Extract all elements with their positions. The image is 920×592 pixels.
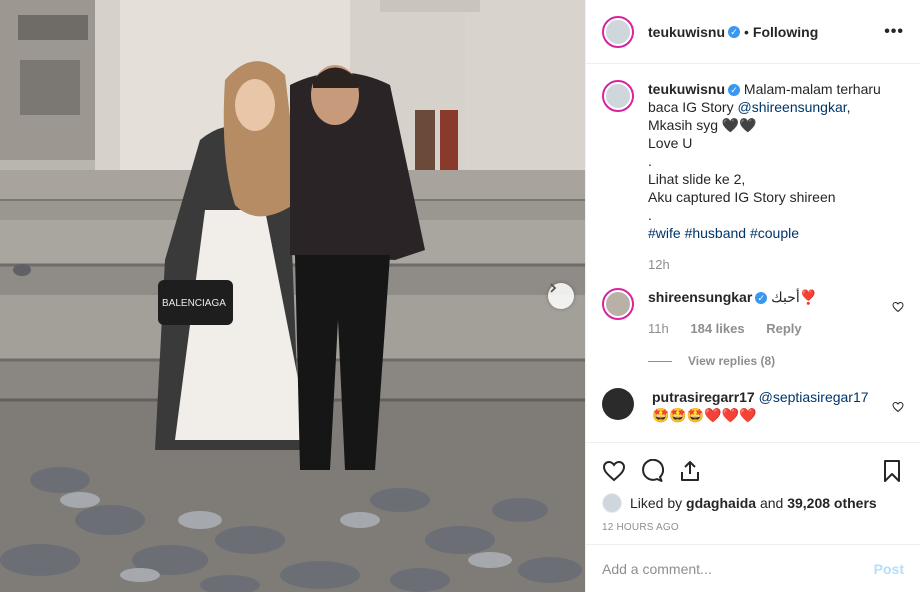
caption-text: baca IG Story bbox=[648, 99, 738, 115]
bookmark-icon[interactable] bbox=[880, 459, 904, 483]
comment-input[interactable] bbox=[602, 560, 874, 577]
share-icon[interactable] bbox=[678, 459, 702, 483]
hashtag[interactable]: #wife bbox=[648, 225, 681, 241]
likes-middle: and bbox=[759, 495, 784, 511]
likes-prefix: Liked by bbox=[630, 495, 683, 511]
post-timestamp[interactable]: 12 HOURS AGO bbox=[602, 522, 904, 533]
liker-avatar[interactable] bbox=[602, 493, 622, 513]
commenter-username[interactable]: shireensungkar bbox=[648, 289, 752, 305]
bag-text: BALENCIAGA bbox=[162, 298, 226, 309]
comment: putrasiregarr17 @septiasiregar17 🤩🤩🤩❤️❤️… bbox=[602, 388, 904, 424]
hashtag[interactable]: #couple bbox=[750, 225, 799, 241]
caption-avatar[interactable] bbox=[602, 80, 634, 112]
post-photo[interactable]: BALENCIAGA bbox=[0, 0, 585, 592]
post-modal: BALENCIAGA teukuwisnu ✓ • Following ••• … bbox=[0, 0, 920, 592]
post-actions: Liked by gdaghaida and 39,208 others 12 … bbox=[586, 442, 920, 533]
comment-age[interactable]: 11h bbox=[648, 321, 669, 336]
verified-icon: ✓ bbox=[728, 84, 741, 97]
caption-text: Malam-malam terharu bbox=[743, 81, 881, 97]
reply-button[interactable]: Reply bbox=[766, 321, 801, 336]
caption-text: , bbox=[846, 99, 851, 115]
verified-icon: ✓ bbox=[755, 292, 768, 305]
commenter-avatar[interactable] bbox=[602, 388, 634, 420]
heart-icon[interactable] bbox=[602, 459, 626, 483]
comment-like-heart-icon[interactable] bbox=[892, 300, 904, 318]
caption-text: Aku captured IG Story shireen bbox=[648, 189, 836, 205]
caption: teukuwisnu ✓ Malam-malam terharu baca IG … bbox=[602, 80, 904, 274]
more-icon[interactable]: ••• bbox=[884, 23, 904, 41]
commenter-avatar[interactable] bbox=[602, 288, 634, 320]
likes-summary: Liked by gdaghaida and 39,208 others bbox=[602, 493, 904, 513]
caption-username[interactable]: teukuwisnu bbox=[648, 81, 725, 97]
verified-icon: ✓ bbox=[728, 25, 741, 38]
post-sidebar: teukuwisnu ✓ • Following ••• teukuwisnu ✓… bbox=[585, 0, 920, 592]
separator-dot: • bbox=[744, 23, 749, 40]
comment-likes[interactable]: 184 likes bbox=[690, 321, 744, 336]
comment-text: 🤩🤩🤩❤️❤️❤️ bbox=[652, 407, 757, 423]
caption-text: . bbox=[648, 153, 652, 169]
comments-list: teukuwisnu ✓ Malam-malam terharu baca IG … bbox=[586, 64, 920, 442]
comment-like-heart-icon[interactable] bbox=[892, 400, 904, 418]
comment-text: أحبك❣️ bbox=[771, 289, 818, 305]
view-replies-label: View replies (8) bbox=[688, 354, 776, 368]
caption-mention[interactable]: @shireensungkar bbox=[737, 99, 846, 115]
author-avatar[interactable] bbox=[602, 15, 634, 48]
author-username[interactable]: teukuwisnu bbox=[648, 24, 725, 40]
comment-mention[interactable]: @septiasiregar17 bbox=[759, 389, 869, 405]
chevron-right-icon bbox=[550, 283, 557, 293]
comment: shireensungkar ✓ أحبك❣️ 11h 184 likes Rep… bbox=[602, 288, 904, 370]
hashtag[interactable]: #husband bbox=[685, 225, 747, 241]
photo-illustration: BALENCIAGA bbox=[0, 0, 585, 592]
caption-text: Mkasih syg 🖤🖤 bbox=[648, 117, 757, 133]
add-comment-bar: Post bbox=[586, 544, 920, 592]
caption-age[interactable]: 12h bbox=[648, 257, 670, 272]
caption-text: Lihat slide ke 2, bbox=[648, 171, 746, 187]
comment-icon[interactable] bbox=[640, 459, 664, 483]
next-slide-button[interactable] bbox=[548, 283, 574, 309]
caption-text: . bbox=[648, 207, 652, 223]
following-button[interactable]: Following bbox=[753, 24, 818, 40]
liker-username[interactable]: gdaghaida bbox=[686, 495, 756, 511]
post-comment-button[interactable]: Post bbox=[874, 561, 904, 577]
likes-count[interactable]: 39,208 others bbox=[787, 495, 877, 511]
commenter-username[interactable]: putrasiregarr17 bbox=[652, 389, 755, 405]
post-header: teukuwisnu ✓ • Following ••• bbox=[586, 0, 920, 64]
caption-text: Love U bbox=[648, 135, 693, 151]
view-replies-button[interactable]: View replies (8) bbox=[648, 352, 892, 370]
